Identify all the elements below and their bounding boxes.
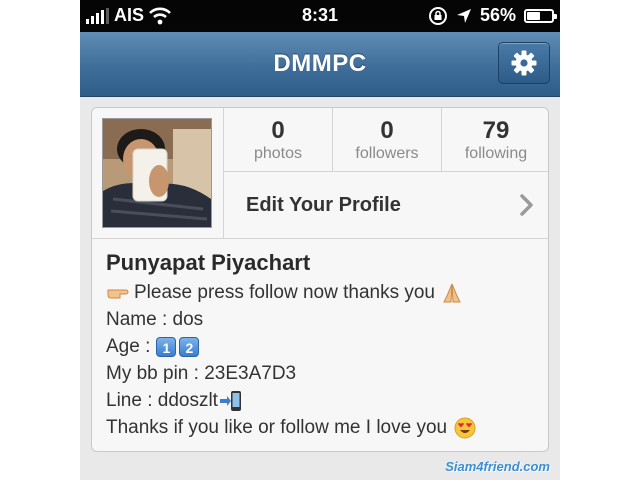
following-label: following: [464, 145, 528, 162]
followers-count: 0: [380, 117, 394, 144]
bio-line-1: Please press follow now thanks you: [106, 279, 548, 306]
photos-count: 0: [271, 117, 285, 144]
praying-hands-icon: [443, 283, 461, 302]
bio-section: Punyapat Piyachart Please press follow n…: [92, 238, 548, 451]
keycap-digit-two: 2: [179, 336, 200, 357]
rotation-lock-icon: [428, 6, 447, 25]
stat-following[interactable]: 79 following: [442, 108, 548, 171]
battery-level-fill: [527, 11, 540, 20]
nav-title: DMMPC: [273, 50, 367, 77]
bio-line-4: My bb pin : 23E3A7D3: [106, 363, 297, 384]
bio-line-5: Line : ddoszlt: [106, 387, 548, 414]
heart-eyes-emoji-icon: [454, 417, 476, 438]
battery-icon: [524, 8, 557, 23]
stats-row: 0 photos 0 followers 79 following: [223, 108, 548, 172]
full-name: Punyapat Piyachart: [106, 250, 311, 275]
watermark: Siam4friend.com: [445, 459, 550, 474]
age-label: Age :: [106, 336, 151, 357]
avatar[interactable]: [102, 118, 212, 228]
keycap-digit-one: 1: [156, 336, 177, 357]
status-right: 56%: [428, 5, 557, 26]
bio-line-3: Age : 1 2: [106, 333, 548, 360]
phone-screen: AIS 8:31 56% DMMPC 0 photos 0 followers …: [80, 0, 560, 480]
edit-profile-button[interactable]: Edit Your Profile: [223, 172, 548, 238]
stat-photos[interactable]: 0 photos: [224, 108, 333, 171]
settings-button[interactable]: [498, 42, 550, 84]
phone-arrow-icon: [219, 390, 241, 411]
line-id-text: Line : ddoszlt: [106, 390, 218, 411]
profile-photo: [103, 119, 211, 227]
followers-label: followers: [355, 145, 419, 162]
bio-line-1-text: Please press follow now thanks you: [134, 282, 435, 303]
bio-line-2: Name : dos: [106, 309, 204, 330]
edit-profile-label: Edit Your Profile: [246, 194, 401, 216]
photos-label: photos: [253, 145, 303, 162]
pointing-hand-icon: [107, 289, 129, 298]
bio-line-6: Thanks if you like or follow me I love y…: [106, 414, 548, 441]
profile-card: 0 photos 0 followers 79 following Edit Y…: [91, 107, 549, 452]
location-arrow-icon: [456, 8, 471, 23]
nav-bar: DMMPC: [80, 32, 560, 97]
following-count: 79: [482, 117, 510, 144]
status-bar: AIS 8:31 56%: [80, 0, 560, 32]
chevron-right-icon: [520, 194, 533, 216]
battery-percent: 56%: [479, 5, 516, 25]
bio-line-6-text: Thanks if you like or follow me I love y…: [106, 417, 448, 438]
stat-followers[interactable]: 0 followers: [333, 108, 442, 171]
gear-icon: [511, 50, 537, 76]
